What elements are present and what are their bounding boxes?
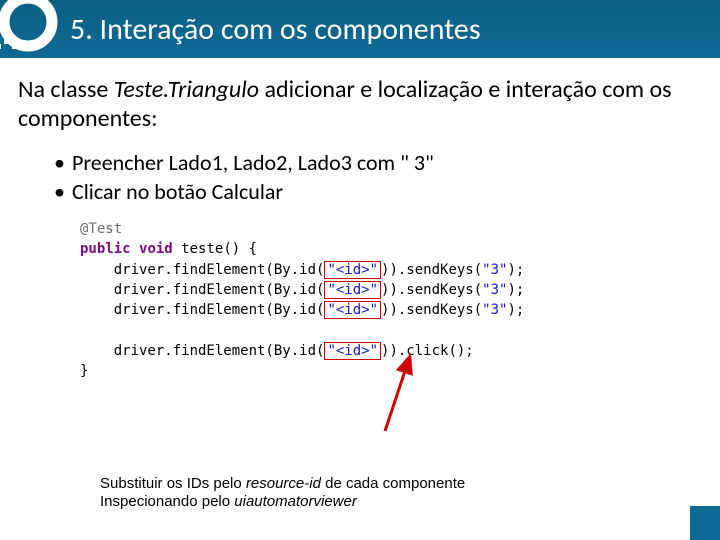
intro-text: Na classe Teste.Triangulo adicionar e lo… — [18, 76, 702, 134]
code-call: driver.findElement(By.id( — [114, 262, 325, 278]
corner-decoration — [690, 506, 720, 540]
code-kw-void: void — [139, 241, 173, 257]
footer-note: Substituir os IDs pelo resource-id de ca… — [100, 475, 465, 513]
code-brace: } — [80, 363, 88, 379]
code-call: driver.findElement(By.id( — [114, 302, 325, 318]
note-tool: uiautomatorviewer — [234, 493, 357, 510]
note-text: Substituir os IDs pelo — [100, 475, 246, 492]
code-end: ); — [507, 282, 524, 298]
code-str: "3" — [482, 282, 507, 298]
slide-body: Na classe Teste.Triangulo adicionar e lo… — [0, 58, 720, 381]
bullet-list: Preencher Lado1, Lado2, Lado3 com " 3" C… — [54, 148, 702, 207]
code-id-placeholder: "<id>" — [324, 261, 381, 279]
code-annotation: @Test — [80, 221, 122, 237]
title-bar: 5. Interação com os componentes — [0, 0, 720, 58]
code-kw-public: public — [80, 241, 131, 257]
code-end: ); — [507, 262, 524, 278]
code-end: ); — [507, 302, 524, 318]
note-resource-id: resource-id — [246, 475, 321, 492]
code-block: @Test public void teste() { driver.findE… — [80, 219, 702, 381]
logo-icon — [0, 0, 66, 69]
code-fn: teste() { — [181, 241, 257, 257]
code-id-placeholder: "<id>" — [324, 342, 381, 360]
code-id-placeholder: "<id>" — [324, 281, 381, 299]
code-id-placeholder: "<id>" — [324, 301, 381, 319]
note-text: de cada componente — [321, 475, 465, 492]
slide-title: 5. Interação com os componentes — [70, 11, 481, 48]
list-item: Preencher Lado1, Lado2, Lado3 com " 3" — [54, 148, 702, 178]
code-call: driver.findElement(By.id( — [114, 343, 325, 359]
slide-header: 5. Interação com os componentes — [0, 0, 720, 58]
intro-pre: Na classe — [18, 75, 114, 104]
code-send: )).sendKeys( — [381, 302, 482, 318]
note-text: Inspecionando pelo — [100, 493, 234, 510]
code-call: driver.findElement(By.id( — [114, 282, 325, 298]
code-send: )).sendKeys( — [381, 282, 482, 298]
code-str: "3" — [482, 302, 507, 318]
code-send: )).sendKeys( — [381, 262, 482, 278]
list-item: Clicar no botão Calcular — [54, 177, 702, 207]
arrow-icon — [375, 351, 435, 441]
intro-classname: Teste.Triangulo — [114, 75, 259, 104]
code-str: "3" — [482, 262, 507, 278]
